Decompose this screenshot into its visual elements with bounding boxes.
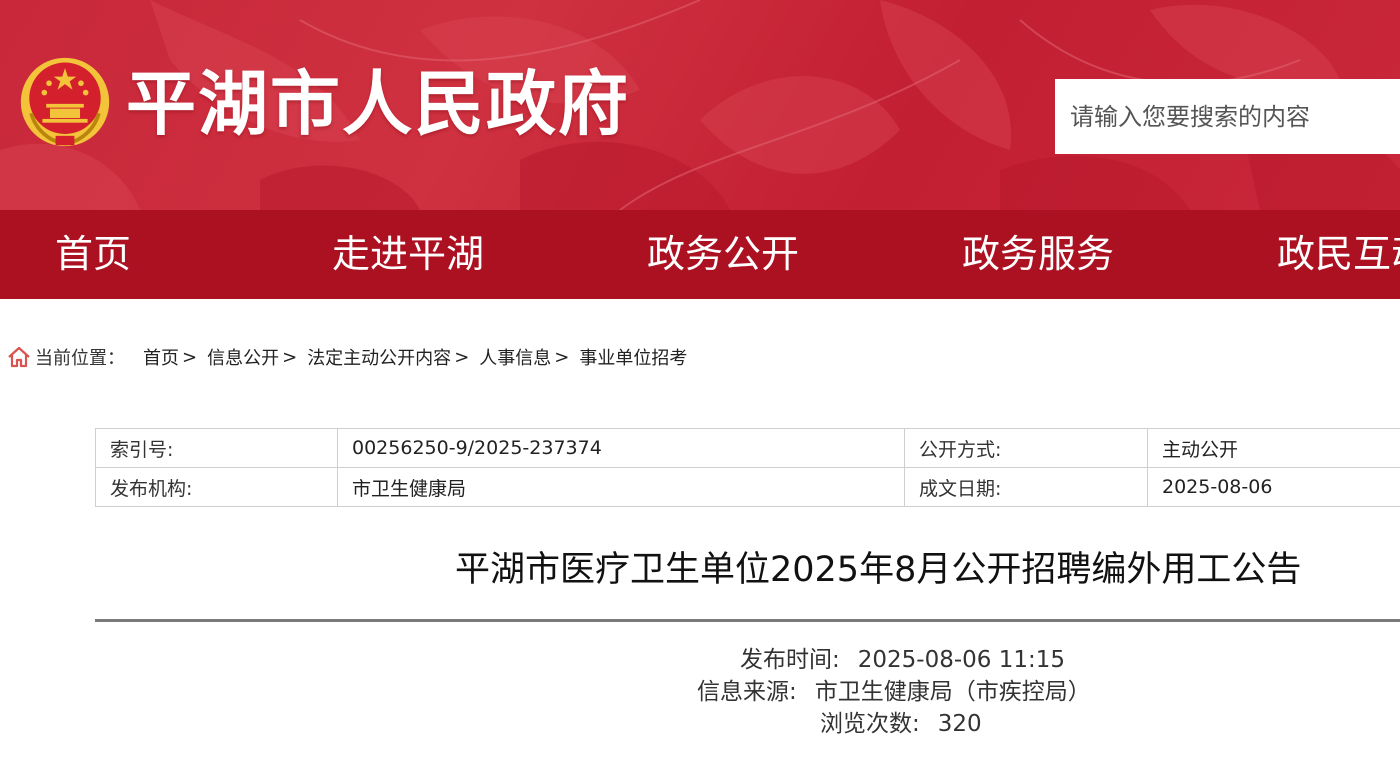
main-nav: 首页 走进平湖 政务公开 政务服务 政民互动 xyxy=(0,210,1400,299)
nav-item-interaction[interactable]: 政民互动 xyxy=(1277,210,1400,299)
breadcrumb-separator: > xyxy=(282,346,298,368)
publish-time-label: 发布时间: xyxy=(740,647,840,673)
breadcrumb-personnel-info[interactable]: 人事信息 xyxy=(479,344,551,370)
article-title: 平湖市医疗卫生单位2025年8月公开招聘编外用工公告 xyxy=(455,550,1302,590)
view-count-value: 320 xyxy=(937,711,982,737)
index-number-label: 索引号: xyxy=(95,428,338,468)
disclosure-method-label: 公开方式: xyxy=(904,428,1148,468)
publisher-value: 市卫生健康局 xyxy=(337,467,905,507)
nav-item-about[interactable]: 走进平湖 xyxy=(332,210,484,299)
title-divider xyxy=(95,619,1400,622)
view-count: 浏览次数: 320 xyxy=(820,708,982,740)
publisher-label: 发布机构: xyxy=(95,467,338,507)
site-title: 平湖市人民政府 xyxy=(126,63,630,145)
publish-time: 发布时间: 2025-08-06 11:15 xyxy=(740,644,1065,676)
nav-item-home[interactable]: 首页 xyxy=(55,210,131,299)
national-emblem-icon xyxy=(20,57,110,147)
breadcrumb: 当前位置： 首页 > 信息公开 > 法定主动公开内容 > 人事信息 > 事业单位… xyxy=(6,342,687,372)
info-source-label: 信息来源: xyxy=(697,679,797,705)
info-source-value: 市卫生健康局（市疾控局） xyxy=(814,679,1091,705)
document-meta-table: 索引号: 00256250-9/2025-237374 公开方式: 主动公开 发… xyxy=(95,428,1400,507)
document-date-label: 成文日期: xyxy=(904,467,1148,507)
index-number-value: 00256250-9/2025-237374 xyxy=(337,428,905,468)
document-date-value: 2025-08-06 xyxy=(1147,467,1400,507)
publish-time-value: 2025-08-06 11:15 xyxy=(857,647,1066,673)
nav-item-gov-service[interactable]: 政务服务 xyxy=(962,210,1114,299)
breadcrumb-separator: > xyxy=(454,346,470,368)
table-row: 发布机构: 市卫生健康局 成文日期: 2025-08-06 xyxy=(95,467,1400,507)
site-header: 平湖市人民政府 xyxy=(0,0,1400,210)
breadcrumb-separator: > xyxy=(182,346,198,368)
breadcrumb-statutory-content[interactable]: 法定主动公开内容 xyxy=(307,344,451,370)
home-icon xyxy=(8,346,30,368)
disclosure-method-value: 主动公开 xyxy=(1147,428,1400,468)
breadcrumb-info-open[interactable]: 信息公开 xyxy=(207,344,279,370)
breadcrumb-label: 当前位置： xyxy=(35,348,125,369)
search-input[interactable] xyxy=(1055,79,1400,154)
info-source: 信息来源: 市卫生健康局（市疾控局） xyxy=(697,676,1091,708)
breadcrumb-recruitment[interactable]: 事业单位招考 xyxy=(579,344,687,370)
breadcrumb-home[interactable]: 首页 xyxy=(143,344,179,370)
table-row: 索引号: 00256250-9/2025-237374 公开方式: 主动公开 xyxy=(95,428,1400,468)
breadcrumb-separator: > xyxy=(554,346,570,368)
nav-item-gov-open[interactable]: 政务公开 xyxy=(647,210,799,299)
view-count-label: 浏览次数: xyxy=(820,711,920,737)
